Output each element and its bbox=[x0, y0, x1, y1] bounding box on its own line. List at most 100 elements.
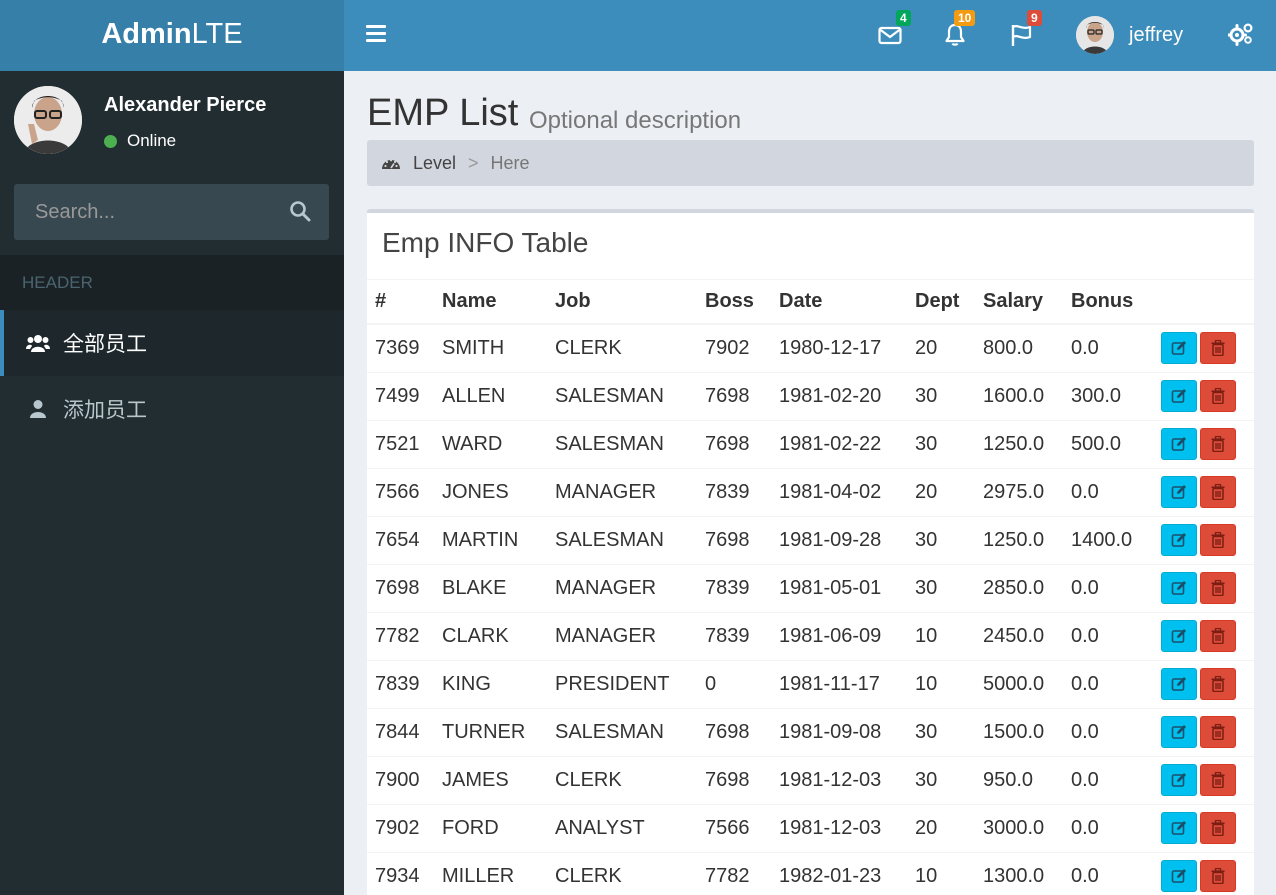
envelope-icon bbox=[878, 26, 902, 45]
cell-boss: 7698 bbox=[705, 707, 779, 756]
table-row: 7934 MILLER CLERK 7782 1982-01-23 10 130… bbox=[367, 851, 1254, 895]
column-header: # bbox=[367, 280, 442, 325]
cell-actions bbox=[1161, 323, 1254, 372]
cell-boss: 7902 bbox=[705, 323, 779, 372]
edit-button[interactable] bbox=[1161, 668, 1197, 700]
navbar-avatar bbox=[1076, 16, 1114, 54]
sidebar-user-name: Alexander Pierce bbox=[104, 94, 267, 116]
notifications-menu[interactable]: 10 bbox=[944, 10, 976, 56]
edit-button[interactable] bbox=[1161, 860, 1197, 893]
cell-date: 1980-12-17 bbox=[779, 323, 915, 372]
delete-button[interactable] bbox=[1200, 668, 1236, 700]
user-status[interactable]: Online bbox=[104, 131, 176, 151]
page-description: Optional description bbox=[529, 107, 742, 134]
edit-button[interactable] bbox=[1161, 620, 1197, 652]
delete-button[interactable] bbox=[1200, 860, 1236, 893]
column-header: Dept bbox=[915, 280, 983, 325]
box-title: Emp INFO Table bbox=[382, 227, 589, 258]
trash-icon bbox=[1211, 820, 1225, 836]
edit-button[interactable] bbox=[1161, 812, 1197, 844]
tasks-menu[interactable]: 9 bbox=[1010, 10, 1042, 56]
gears-icon[interactable] bbox=[1227, 22, 1254, 51]
edit-button[interactable] bbox=[1161, 380, 1197, 412]
edit-icon bbox=[1171, 341, 1186, 356]
cell-date: 1981-11-17 bbox=[779, 659, 915, 708]
table-row: 7521 WARD SALESMAN 7698 1981-02-22 30 12… bbox=[367, 419, 1254, 468]
cell-id: 7499 bbox=[367, 371, 442, 420]
cell-dept: 30 bbox=[915, 755, 983, 804]
column-header: Job bbox=[555, 280, 705, 325]
cell-id: 7698 bbox=[367, 563, 442, 612]
online-status-icon bbox=[104, 134, 117, 148]
edit-icon bbox=[1171, 533, 1186, 547]
trash-icon bbox=[1211, 724, 1225, 740]
edit-button[interactable] bbox=[1161, 716, 1197, 748]
column-header: Boss bbox=[705, 280, 779, 325]
delete-button[interactable] bbox=[1200, 332, 1236, 365]
cell-date: 1981-02-22 bbox=[779, 419, 915, 468]
flag-icon bbox=[1011, 25, 1032, 46]
sidebar-item-add-employee[interactable]: 添加员工 bbox=[0, 376, 344, 442]
sidebar-item-label: 添加员工 bbox=[63, 399, 147, 422]
delete-button[interactable] bbox=[1200, 716, 1236, 748]
column-header: Name bbox=[442, 280, 555, 325]
cell-actions bbox=[1161, 707, 1254, 756]
delete-button[interactable] bbox=[1200, 764, 1236, 796]
search-button[interactable] bbox=[289, 200, 313, 224]
cell-salary: 5000.0 bbox=[983, 659, 1071, 708]
table-row: 7369 SMITH CLERK 7902 1980-12-17 20 800.… bbox=[367, 323, 1254, 372]
search-input[interactable] bbox=[14, 184, 274, 240]
cell-job: CLERK bbox=[555, 851, 705, 895]
delete-button[interactable] bbox=[1200, 476, 1236, 508]
edit-icon bbox=[1171, 869, 1186, 884]
cell-salary: 800.0 bbox=[983, 323, 1071, 372]
cell-id: 7521 bbox=[367, 419, 442, 468]
cell-actions bbox=[1161, 419, 1254, 468]
edit-icon bbox=[1171, 389, 1186, 403]
edit-icon bbox=[1171, 581, 1186, 595]
cell-actions bbox=[1161, 659, 1254, 708]
table-row: 7654 MARTIN SALESMAN 7698 1981-09-28 30 … bbox=[367, 515, 1254, 564]
edit-button[interactable] bbox=[1161, 764, 1197, 796]
breadcrumb-level-link[interactable]: Level bbox=[381, 153, 456, 174]
cell-date: 1981-09-28 bbox=[779, 515, 915, 564]
logo[interactable]: AdminLTE bbox=[0, 0, 344, 71]
cell-id: 7839 bbox=[367, 659, 442, 708]
cell-dept: 30 bbox=[915, 515, 983, 564]
cell-boss: 7566 bbox=[705, 803, 779, 852]
edit-button[interactable] bbox=[1161, 332, 1197, 365]
cell-name: SMITH bbox=[442, 323, 555, 372]
delete-button[interactable] bbox=[1200, 524, 1236, 556]
cell-salary: 1600.0 bbox=[983, 371, 1071, 420]
edit-button[interactable] bbox=[1161, 476, 1197, 508]
logo-bold: Admin bbox=[101, 18, 192, 50]
delete-button[interactable] bbox=[1200, 380, 1236, 412]
edit-icon bbox=[1171, 677, 1186, 691]
table-row: 7839 KING PRESIDENT 0 1981-11-17 10 5000… bbox=[367, 659, 1254, 708]
cell-salary: 950.0 bbox=[983, 755, 1071, 804]
cell-id: 7902 bbox=[367, 803, 442, 852]
sidebar-toggle-icon[interactable] bbox=[366, 25, 386, 43]
table-row: 7782 CLARK MANAGER 7839 1981-06-09 10 24… bbox=[367, 611, 1254, 660]
edit-button[interactable] bbox=[1161, 428, 1197, 460]
messages-menu[interactable]: 4 bbox=[878, 10, 911, 56]
edit-button[interactable] bbox=[1161, 524, 1197, 556]
breadcrumb-current: Here bbox=[490, 152, 530, 173]
table-row: 7900 JAMES CLERK 7698 1981-12-03 30 950.… bbox=[367, 755, 1254, 804]
edit-icon bbox=[1171, 773, 1186, 787]
cell-date: 1981-04-02 bbox=[779, 467, 915, 516]
user-menu[interactable]: jeffrey bbox=[1076, 16, 1183, 54]
sidebar-item-all-employees[interactable]: 全部员工 bbox=[0, 310, 344, 376]
delete-button[interactable] bbox=[1200, 812, 1236, 844]
delete-button[interactable] bbox=[1200, 572, 1236, 604]
cell-boss: 0 bbox=[705, 659, 779, 708]
trash-icon bbox=[1211, 580, 1225, 596]
delete-button[interactable] bbox=[1200, 620, 1236, 652]
cell-bonus: 1400.0 bbox=[1071, 515, 1161, 564]
edit-button[interactable] bbox=[1161, 572, 1197, 604]
cell-boss: 7839 bbox=[705, 563, 779, 612]
cell-job: CLERK bbox=[555, 755, 705, 804]
sidebar: Alexander Pierce Online HEADER bbox=[0, 71, 344, 895]
delete-button[interactable] bbox=[1200, 428, 1236, 460]
cell-job: SALESMAN bbox=[555, 515, 705, 564]
